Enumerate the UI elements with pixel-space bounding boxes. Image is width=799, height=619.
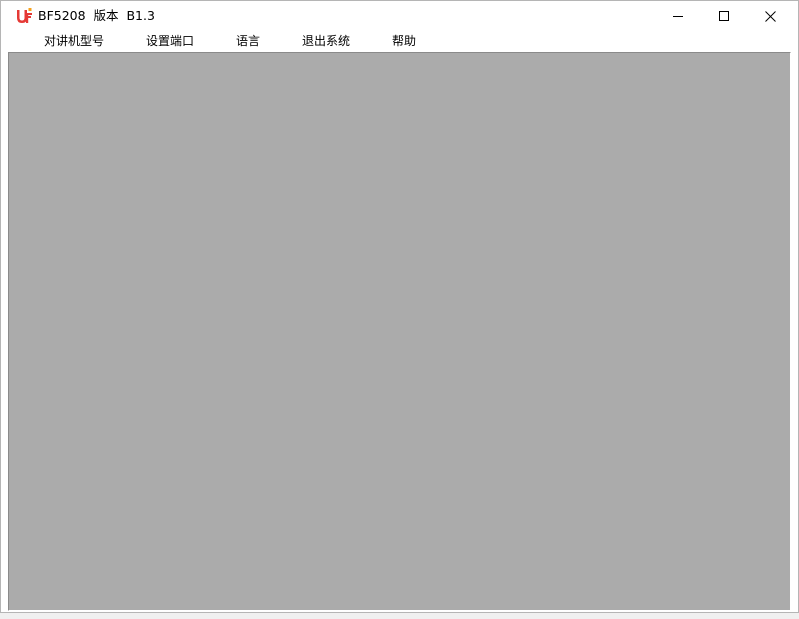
close-icon <box>764 10 776 22</box>
title-bar[interactable]: BF5208 版本 B1.3 <box>1 1 798 31</box>
menu-bar: 对讲机型号 设置端口 语言 退出系统 帮助 <box>1 31 798 51</box>
close-button[interactable] <box>747 1 793 31</box>
menu-radio-model[interactable]: 对讲机型号 <box>42 33 106 49</box>
uf-logo-icon[interactable] <box>15 7 33 25</box>
menu-help[interactable]: 帮助 <box>390 33 418 49</box>
minimize-icon <box>673 11 683 21</box>
menu-exit-system[interactable]: 退出系统 <box>300 33 352 49</box>
mdi-client-area <box>8 52 791 611</box>
menu-language[interactable]: 语言 <box>234 33 262 49</box>
maximize-icon <box>719 11 729 21</box>
maximize-button[interactable] <box>701 1 747 31</box>
minimize-button[interactable] <box>655 1 701 31</box>
window-title: BF5208 版本 B1.3 <box>38 8 155 23</box>
app-window: BF5208 版本 B1.3 对讲机型号 设置端口 语言 退出系统 帮助 <box>0 0 799 613</box>
menu-set-port[interactable]: 设置端口 <box>144 33 196 49</box>
